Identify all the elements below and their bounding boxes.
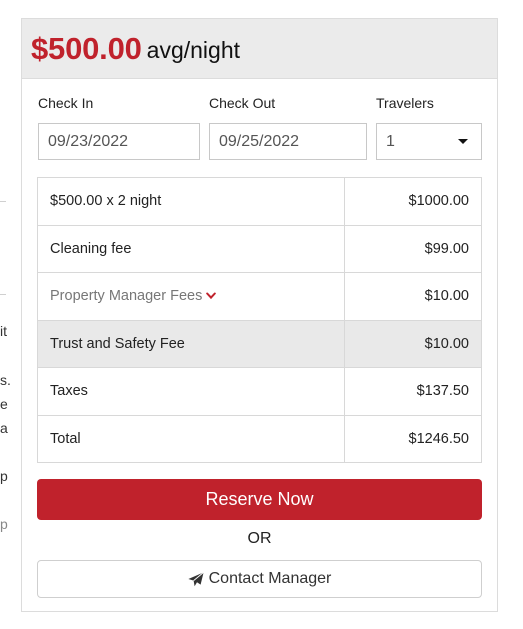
table-row[interactable]: Property Manager Fees $10.00: [37, 272, 482, 321]
left-divider: [0, 294, 6, 295]
fee-value: $1246.50: [344, 414, 482, 463]
date-labels: Check In Check Out Travelers: [22, 79, 497, 111]
table-row: Taxes $137.50: [37, 367, 482, 416]
nightly-price: $500.00: [31, 30, 142, 66]
check-out-value: 09/25/2022: [219, 132, 300, 150]
fee-value: $137.50: [344, 367, 482, 416]
paper-plane-icon: [188, 571, 204, 586]
reserve-now-button[interactable]: Reserve Now: [37, 479, 482, 520]
fee-value: $10.00: [344, 272, 482, 321]
left-text-fragment: a: [0, 420, 8, 436]
contact-manager-label: Contact Manager: [208, 570, 332, 587]
check-out-label: Check Out: [209, 95, 276, 111]
table-row: Trust and Safety Fee $10.00: [37, 319, 482, 368]
travelers-label: Travelers: [376, 95, 434, 111]
table-row: Cleaning fee $99.00: [37, 224, 482, 273]
left-text-fragment: e: [0, 396, 8, 412]
fee-label: Property Manager Fees: [50, 288, 203, 305]
caret-down-icon: [458, 139, 468, 144]
check-in-field[interactable]: 09/23/2022: [38, 123, 200, 160]
contact-manager-button[interactable]: Contact Manager: [37, 560, 482, 598]
chevron-down-icon: [206, 292, 217, 300]
table-row: Total $1246.50: [37, 414, 482, 463]
or-separator: OR: [247, 530, 272, 547]
left-divider: [0, 201, 6, 202]
fee-value: $10.00: [344, 319, 482, 368]
travelers-select[interactable]: 1: [376, 123, 482, 160]
fee-table: $500.00 x 2 night $1000.00 Cleaning fee …: [37, 177, 482, 463]
property-manager-fees-toggle[interactable]: Property Manager Fees: [37, 272, 345, 321]
price-header: $500.00 avg/night: [22, 19, 497, 79]
fee-value: $1000.00: [344, 177, 482, 226]
check-out-field[interactable]: 09/25/2022: [209, 123, 367, 160]
check-in-label: Check In: [38, 95, 94, 111]
fee-value: $99.00: [344, 224, 482, 273]
check-in-value: 09/23/2022: [48, 132, 129, 150]
fee-label: Cleaning fee: [37, 224, 345, 273]
fee-label: Total: [37, 414, 345, 463]
travelers-value: 1: [386, 132, 395, 150]
left-text-fragment: it: [0, 323, 7, 339]
booking-card: $500.00 avg/night Check In Check Out Tra…: [21, 18, 498, 612]
fee-label: $500.00 x 2 night: [37, 177, 345, 226]
table-row: $500.00 x 2 night $1000.00: [37, 177, 482, 226]
left-text-fragment: p: [0, 468, 8, 484]
price-unit: avg/night: [146, 37, 241, 63]
left-text-fragment: p: [0, 516, 8, 532]
fee-label: Trust and Safety Fee: [37, 319, 345, 368]
fee-label: Taxes: [37, 367, 345, 416]
left-text-fragment: s.: [0, 372, 11, 388]
